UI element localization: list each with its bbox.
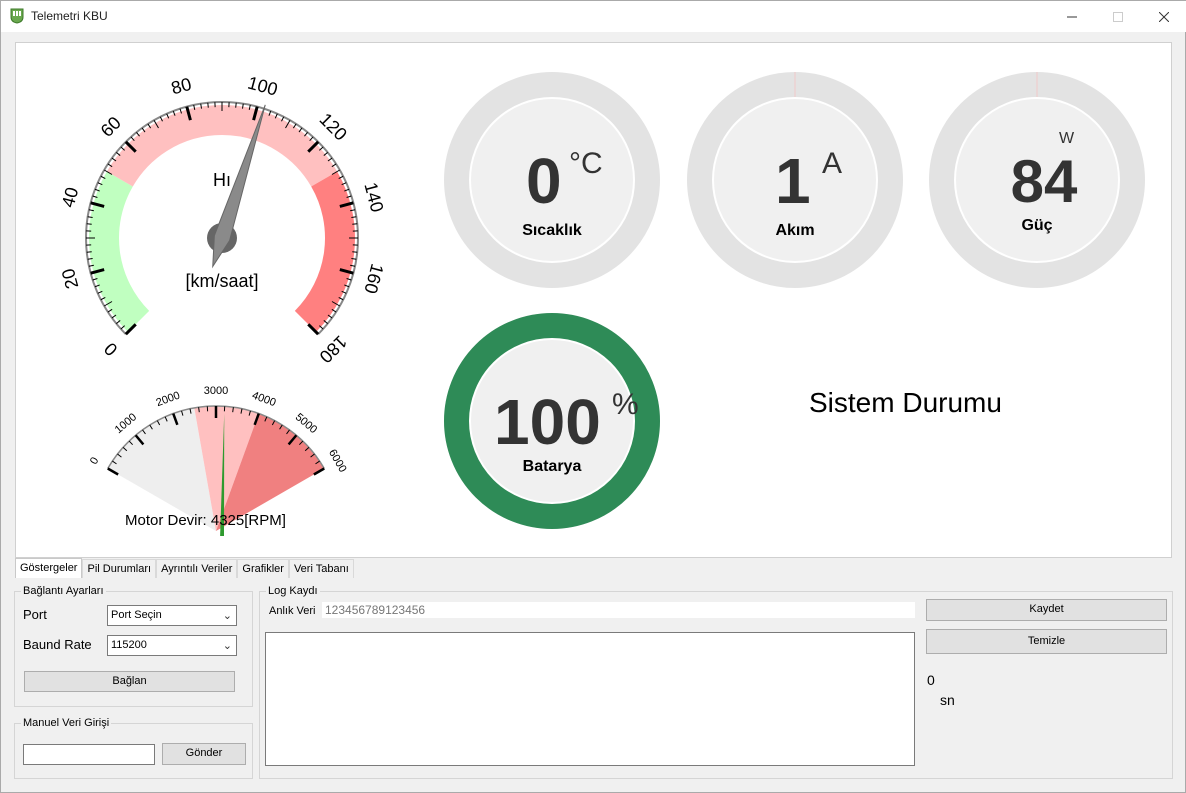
- instant-data-field: 123456789123456: [322, 602, 915, 618]
- battery-unit: %: [612, 388, 639, 421]
- timer-unit: sn: [940, 692, 955, 708]
- close-button[interactable]: [1141, 1, 1186, 32]
- system-status-title: Sistem Durumu: [809, 387, 1002, 418]
- power-unit: W: [1059, 130, 1075, 147]
- power-label: Güç: [1021, 217, 1053, 234]
- tab-bar: Göstergeler Pil Durumları Ayrıntılı Veri…: [15, 558, 354, 578]
- speedometer-tick: [352, 223, 358, 225]
- baud-rate-label: Baund Rate: [23, 637, 92, 652]
- speedometer-tick: [86, 251, 92, 253]
- port-label: Port: [23, 607, 47, 622]
- battery-value: 100: [494, 386, 601, 458]
- instant-data-label: Anlık Veri: [269, 605, 316, 617]
- manual-data-input[interactable]: [23, 744, 155, 765]
- speedometer-label: Hı: [213, 170, 231, 190]
- rpm-caption: Motor Devir:: [125, 512, 207, 529]
- port-select-value: Port Seçin: [111, 609, 162, 621]
- current-value: 1: [775, 145, 811, 217]
- speedometer-tick: [352, 251, 358, 253]
- rpm-tick-label: 1000: [113, 411, 139, 436]
- maximize-button[interactable]: [1095, 1, 1141, 32]
- power-gauge: W 84 Güç: [929, 72, 1145, 288]
- connection-settings-group: Bağlantı Ayarları Port Port Seçin ⌄ Baun…: [14, 585, 253, 707]
- tab-grafikler[interactable]: Grafikler: [237, 559, 289, 578]
- speedometer-tick-label: 20: [58, 266, 83, 291]
- rpm-tick: [198, 407, 200, 413]
- port-select[interactable]: Port Seçin ⌄: [107, 605, 237, 626]
- manual-group-title: Manuel Veri Girişi: [21, 717, 112, 729]
- speedometer-unit: [km/saat]: [185, 271, 258, 291]
- chevron-down-icon: ⌄: [222, 640, 232, 652]
- rpm-tick: [232, 407, 234, 413]
- speedometer-tick: [86, 223, 92, 225]
- speedometer-zone: [294, 171, 355, 333]
- manual-entry-group: Manuel Veri Girişi Gönder: [14, 717, 253, 779]
- window-title: Telemetri KBU: [31, 9, 108, 23]
- temperature-gauge: 0 °C Sıcaklık: [444, 72, 660, 288]
- clear-button[interactable]: Temizle: [926, 629, 1167, 654]
- log-textarea[interactable]: [265, 632, 915, 766]
- rpm-tick-label: 2000: [155, 390, 182, 410]
- instant-data-value: 123456789123456: [325, 603, 426, 617]
- temperature-value: 0: [526, 145, 562, 217]
- speedometer-gauge: 0 20 40 60 80 100 120 140 160 180 Hı [km/saat]: [58, 73, 388, 367]
- app-logo-icon: [10, 8, 24, 24]
- battery-label: Batarya: [522, 458, 582, 475]
- speedometer-zone: [89, 171, 150, 333]
- speedometer-tick-label: 80: [169, 74, 194, 99]
- power-value: 84: [1010, 148, 1078, 215]
- save-button[interactable]: Kaydet: [926, 599, 1167, 621]
- rpm-tick-label: 0: [88, 455, 101, 466]
- tab-gostergeler[interactable]: Göstergeler: [15, 558, 83, 578]
- current-gauge: 1 A Akım: [687, 72, 903, 288]
- send-button[interactable]: Gönder: [162, 743, 246, 765]
- current-label: Akım: [775, 222, 815, 239]
- speedometer-tick: [235, 102, 237, 108]
- minimize-icon: [1067, 16, 1077, 17]
- temperature-unit: °C: [569, 147, 603, 180]
- temperature-label: Sıcaklık: [522, 222, 582, 239]
- speedometer-tick: [207, 102, 209, 108]
- speedometer-tick-label: 180: [315, 331, 350, 366]
- speedometer-tick-label: 140: [360, 180, 387, 214]
- log-group-title: Log Kaydı: [266, 585, 320, 597]
- tab-veri-tabani[interactable]: Veri Tabanı: [288, 559, 354, 578]
- battery-gauge: 100 % Batarya: [444, 313, 660, 529]
- speedometer-tick-label: 0: [100, 339, 121, 360]
- rpm-tick-label: 4000: [250, 390, 277, 410]
- tab-pil-durumlari[interactable]: Pil Durumları: [82, 559, 157, 578]
- minimize-button[interactable]: [1049, 1, 1095, 32]
- current-unit: A: [822, 147, 843, 180]
- rpm-tick-label: 6000: [326, 447, 349, 474]
- baud-rate-value: 115200: [111, 639, 147, 651]
- baud-rate-select[interactable]: 115200 ⌄: [107, 635, 237, 656]
- maximize-icon: [1113, 11, 1123, 22]
- speedometer-tick-label: 60: [97, 113, 125, 141]
- connect-button[interactable]: Bağlan: [24, 671, 235, 692]
- speedometer-tick-label: 160: [360, 262, 387, 296]
- rpm-readout: Motor Devir: 4325[RPM]: [125, 512, 286, 529]
- rpm-value: 4325[RPM]: [210, 512, 286, 529]
- app-window: Telemetri KBU 0 20 40 60 80 100 120 140 160 180 H…: [0, 0, 1186, 793]
- speedometer-tick-label: 100: [246, 73, 280, 100]
- connection-group-title: Bağlantı Ayarları: [21, 585, 106, 597]
- timer-value: 0: [927, 672, 935, 688]
- rpm-tick-label: 5000: [293, 411, 319, 436]
- title-bar[interactable]: Telemetri KBU: [1, 1, 1186, 32]
- speedometer-tick-label: 120: [315, 109, 350, 144]
- chevron-down-icon: ⌄: [222, 610, 232, 622]
- close-icon: [1159, 11, 1169, 22]
- tab-ayrintili-veriler[interactable]: Ayrıntılı Veriler: [156, 559, 238, 578]
- rpm-tick-label: 3000: [204, 386, 228, 397]
- speedometer-tick-label: 40: [58, 185, 83, 210]
